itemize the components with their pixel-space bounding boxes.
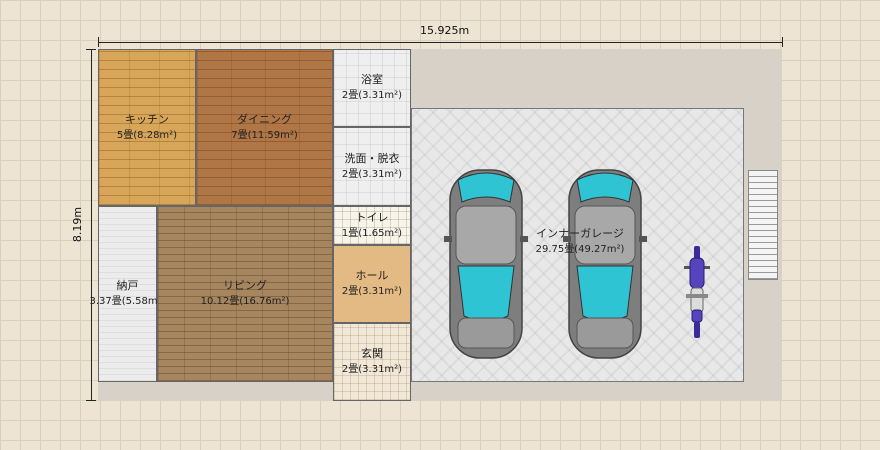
room-entrance-area: 2畳(3.31m²) <box>341 364 403 375</box>
room-dining-name: ダイニング <box>237 112 292 126</box>
room-hall[interactable]: ホール 2畳(3.31m²) <box>333 245 411 323</box>
motorcycle-topview-icon[interactable] <box>682 244 712 340</box>
room-storage-area: 3.37畳(5.58m²) <box>89 296 166 307</box>
room-washroom-area: 2畳(3.31m²) <box>341 168 403 180</box>
room-kitchen-name: キッチン <box>125 112 169 126</box>
room-hall-name: ホール <box>355 269 389 282</box>
room-entrance[interactable]: 玄関 2畳(3.31m²) <box>333 323 411 401</box>
room-garage-area: 29.75畳(49.27m²) <box>535 244 625 255</box>
room-kitchen-area: 5畳(8.28m²) <box>116 129 178 141</box>
room-storage[interactable]: 納戸 3.37畳(5.58m²) <box>89 206 166 382</box>
room-washroom[interactable]: 洗面・脱衣 2畳(3.31m²) <box>333 127 411 206</box>
room-bath[interactable]: 浴室 2畳(3.31m²) <box>333 49 411 127</box>
room-bath-name: 浴室 <box>361 73 383 86</box>
room-kitchen[interactable]: キッチン 5畳(8.28m²) <box>98 49 196 206</box>
room-entrance-name: 玄関 <box>361 347 383 360</box>
width-dimension-line <box>98 42 782 43</box>
stairs-icon <box>748 170 778 280</box>
room-toilet-name: トイレ <box>355 210 389 224</box>
height-dimension-tick-bottom <box>86 400 96 401</box>
car-topview-icon[interactable] <box>444 166 528 362</box>
room-dining[interactable]: ダイニング 7畳(11.59m²) <box>196 49 333 206</box>
width-dimension-tick-left <box>98 37 99 47</box>
height-dimension-label: 8.19m <box>71 206 85 243</box>
car-topview-icon[interactable] <box>563 166 647 362</box>
width-dimension-tick-right <box>782 37 783 47</box>
room-storage-name: 納戸 <box>116 279 139 292</box>
room-washroom-name: 洗面・脱衣 <box>344 151 400 165</box>
room-dining-area: 7畳(11.59m²) <box>231 129 298 141</box>
width-dimension-label: 15.925m <box>420 24 470 37</box>
height-dimension-tick-top <box>86 49 96 50</box>
room-living[interactable]: リビング 10.12畳(16.76m²) <box>157 206 333 382</box>
room-living-area: 10.12畳(16.76m²) <box>200 296 290 307</box>
room-garage-label: インナーガレージ 29.75畳(49.27m²) <box>500 226 660 258</box>
room-toilet[interactable]: トイレ 1畳(1.65m²) <box>333 206 411 245</box>
room-toilet-area: 1畳(1.65m²) <box>341 227 403 239</box>
room-living-name: リビング <box>223 279 267 292</box>
height-dimension-line <box>91 49 92 401</box>
room-garage-name: インナーガレージ <box>536 227 624 240</box>
room-bath-area: 2畳(3.31m²) <box>341 90 403 101</box>
room-hall-area: 2畳(3.31m²) <box>341 286 403 297</box>
